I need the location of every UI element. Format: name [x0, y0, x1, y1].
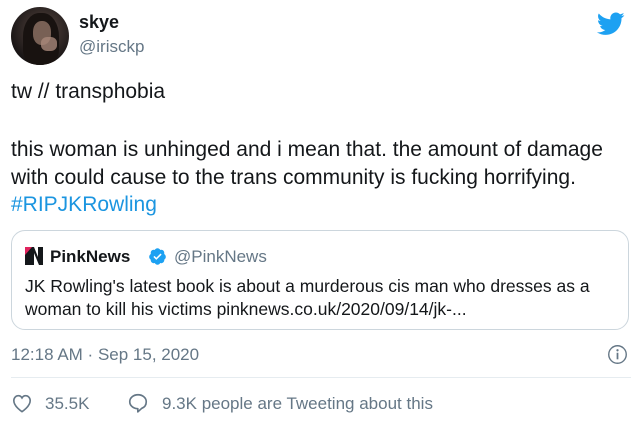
- content-warning: tw // transphobia: [11, 80, 166, 103]
- meta-separator: ·: [82, 345, 98, 364]
- tweet-date: Sep 15, 2020: [97, 345, 200, 364]
- pinknews-logo: [25, 247, 43, 265]
- quoted-author-handle: @PinkNews: [174, 247, 267, 266]
- tweet-body: this woman is unhinged and i mean that. …: [11, 138, 603, 189]
- hashtag-link[interactable]: #RIPJKRowling: [11, 193, 157, 216]
- heart-icon[interactable]: [11, 393, 33, 413]
- author-handle[interactable]: @irisckp: [79, 37, 144, 57]
- speech-bubble-icon[interactable]: [127, 392, 149, 414]
- verified-badge-icon: [149, 248, 166, 265]
- quoted-author-name: PinkNews: [50, 247, 131, 266]
- author-name[interactable]: skye: [79, 12, 119, 33]
- quoted-tweet[interactable]: PinkNews @PinkNews JK Rowling's latest b…: [11, 230, 629, 330]
- like-count[interactable]: 35.5K: [45, 394, 89, 414]
- tweeting-about-count[interactable]: 9.3K people are Tweeting about this: [162, 394, 433, 414]
- tweet-text: this woman is unhinged and i mean that. …: [11, 136, 631, 219]
- divider: [11, 377, 631, 378]
- tweet-timestamp[interactable]: 12:18 AM · Sep 15, 2020: [11, 345, 199, 365]
- quoted-tweet-text: JK Rowling's latest book is about a murd…: [25, 276, 590, 319]
- avatar[interactable]: [11, 7, 69, 65]
- info-icon[interactable]: [607, 344, 628, 365]
- twitter-bird-icon[interactable]: [597, 12, 625, 36]
- tweet-time: 12:18 AM: [11, 345, 83, 364]
